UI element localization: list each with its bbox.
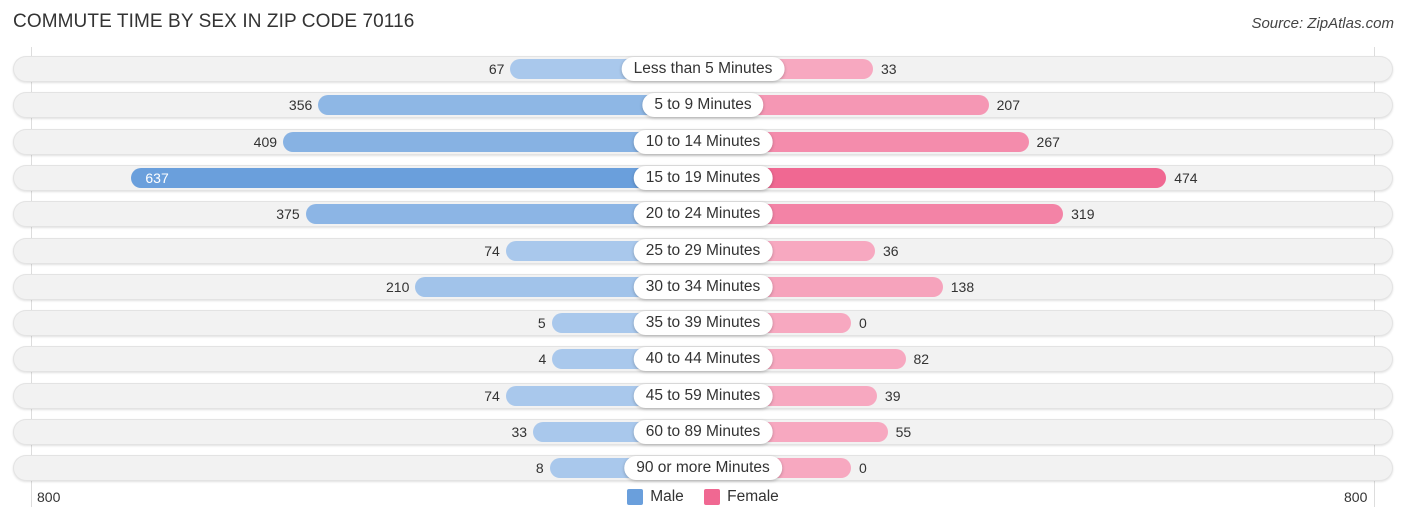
value-label-female: 319 (1071, 206, 1095, 223)
value-label-male: 4 (538, 351, 547, 368)
category-label: 25 to 29 Minutes (633, 238, 773, 263)
value-label-female: 474 (1174, 169, 1198, 186)
value-label-female: 138 (950, 278, 975, 295)
legend-swatch-male (627, 489, 644, 505)
legend-swatch-female (704, 489, 721, 505)
value-label-female: 0 (859, 315, 867, 332)
category-label: 30 to 34 Minutes (633, 274, 773, 299)
value-label-male: 8 (535, 460, 544, 477)
value-label-male: 637 (145, 169, 169, 186)
legend-item-male[interactable]: Male (627, 488, 684, 506)
category-label: 40 to 44 Minutes (633, 347, 773, 372)
legend-label-male: Male (650, 488, 684, 505)
value-label-male: 210 (386, 278, 410, 295)
value-label-male: 67 (488, 61, 505, 77)
value-label-female: 36 (882, 242, 899, 259)
legend-label-female: Female (727, 488, 779, 505)
category-label: 5 to 9 Minutes (642, 93, 764, 118)
category-label: 90 or more Minutes (624, 456, 782, 481)
value-label-male: 33 (511, 424, 528, 440)
value-label-female: 33 (880, 61, 897, 77)
value-label-female: 55 (895, 424, 912, 440)
legend-item-female[interactable]: Female (704, 488, 779, 506)
value-label-male: 5 (537, 315, 546, 332)
category-label: 45 to 59 Minutes (633, 383, 773, 408)
value-label-female: 267 (1036, 133, 1060, 150)
value-label-male: 356 (288, 97, 313, 114)
value-label-male: 74 (484, 387, 500, 404)
category-label: 35 to 39 Minutes (633, 311, 773, 336)
value-label-male: 74 (484, 242, 500, 259)
bar-male[interactable] (131, 167, 703, 188)
value-label-female: 0 (859, 460, 867, 477)
bar-female[interactable] (703, 167, 1167, 188)
value-label-female: 39 (884, 387, 901, 404)
value-label-female: 82 (913, 351, 930, 368)
category-label: 20 to 24 Minutes (633, 202, 773, 227)
value-label-male: 409 (253, 133, 278, 150)
category-label: 15 to 19 Minutes (633, 165, 773, 190)
category-label: Less than 5 Minutes (621, 57, 785, 81)
legend: Male Female (0, 488, 1406, 510)
value-label-female: 207 (996, 97, 1020, 114)
category-label: 10 to 14 Minutes (633, 129, 773, 154)
value-label-male: 375 (276, 206, 300, 223)
diverging-bar-chart: 67 33 Less than 5 Minutes 356 207 5 to 9 Minu… (0, 0, 1406, 523)
category-label: 60 to 89 Minutes (633, 420, 773, 444)
